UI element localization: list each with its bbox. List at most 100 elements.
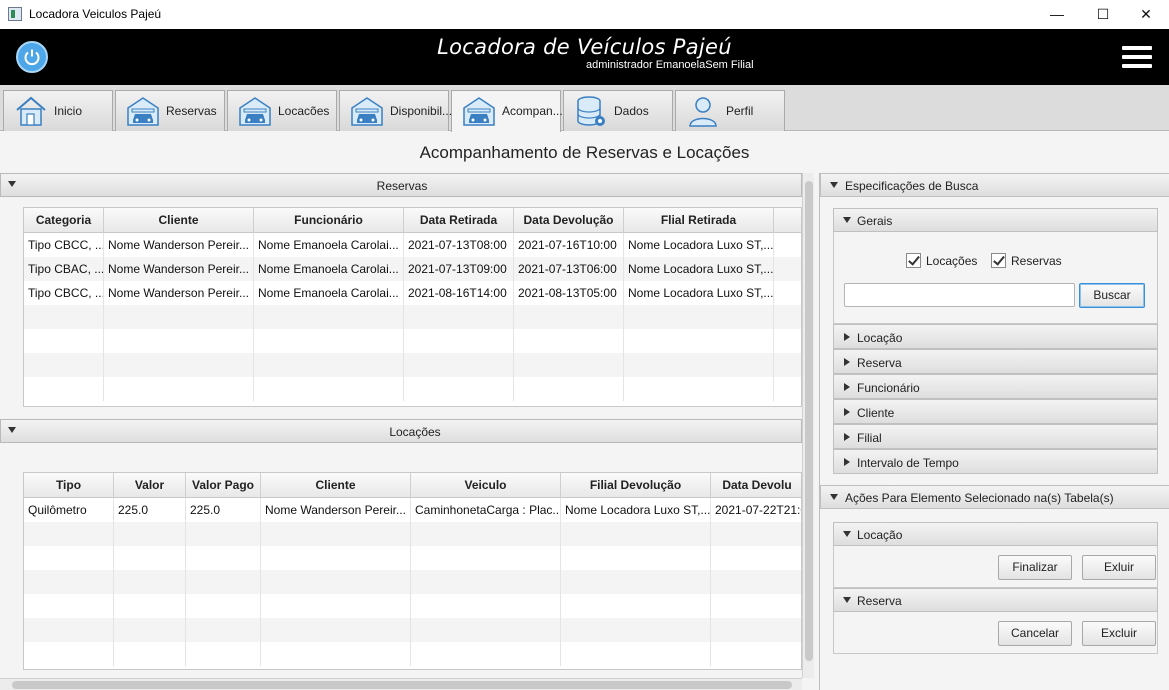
acao-locacao-body: Finalizar Exluir (833, 546, 1158, 588)
section-funcionario[interactable]: Funcionário (833, 374, 1158, 399)
column-header[interactable]: Flial Retirada (624, 208, 774, 233)
tab-acompanhamento[interactable]: Acompan... (451, 90, 563, 132)
table-header: Tipo Valor Valor Pago Cliente Veiculo Fi… (24, 473, 801, 498)
scroll-thumb[interactable] (805, 181, 813, 661)
table-row-empty (24, 594, 801, 618)
acao-reserva-body: Cancelar Exclui​r (833, 612, 1158, 654)
reservas-table[interactable]: Categoria Cliente Funcionário Data Retir… (23, 207, 802, 407)
cell: Nome Locadora Luxo ST,... (561, 498, 711, 522)
cell: Nome Wanderson Pereir... (261, 498, 411, 522)
section-label: Reserva (857, 356, 902, 370)
tab-inicio[interactable]: Inicio (3, 90, 113, 131)
locacoes-pane-header[interactable]: Locações (0, 419, 802, 443)
table-row-empty (24, 305, 801, 329)
tab-reservas[interactable]: Reservas (115, 90, 225, 131)
scroll-thumb[interactable] (12, 681, 792, 689)
column-header[interactable]: Filial Devolução (561, 473, 711, 498)
gerais-body: Locações Reservas Buscar (833, 232, 1158, 324)
locacoes-checkbox-label: Locações (926, 254, 978, 268)
cell: 2021-08-16T14:00 (404, 281, 514, 305)
tab-perfil[interactable]: Perfil (675, 90, 785, 131)
column-header[interactable]: Veiculo (411, 473, 561, 498)
maximize-button[interactable]: ☐ (1080, 0, 1126, 29)
column-header[interactable]: Categoria (24, 208, 104, 233)
expand-arrow-icon (844, 358, 850, 366)
cell: 225.0 (186, 498, 261, 522)
cell: 225.0 (114, 498, 186, 522)
cell: Nome Emanoela Carolai... (254, 233, 404, 257)
gerais-title: Gerais (857, 214, 893, 228)
section-label: Intervalo de Tempo (857, 456, 959, 470)
cell: Nome Locadora Luxo ST,... (624, 281, 774, 305)
column-header[interactable]: Data Devolu (711, 473, 801, 498)
cell: 2021-07-16T10:00 (514, 233, 624, 257)
acao-locacao-header[interactable]: Locação (833, 522, 1158, 546)
section-intervalo-tempo[interactable]: Intervalo de Tempo (833, 449, 1158, 474)
gerais-header[interactable]: Gerais (833, 208, 1158, 232)
expand-arrow-icon (844, 333, 850, 341)
locacoes-checkbox[interactable] (906, 253, 921, 268)
column-header[interactable]: Data Devolução (514, 208, 624, 233)
tab-label: Acompan... (502, 104, 563, 118)
user-icon (689, 97, 717, 127)
busca-header[interactable]: Especificações de Busca (820, 173, 1169, 197)
column-header[interactable]: Valor Pago (186, 473, 261, 498)
car-garage-icon (351, 97, 383, 126)
window-title-bar: Locadora Veiculos Pajeú — ☐ ✕ (0, 0, 1169, 29)
tab-label: Dados (614, 104, 649, 118)
reservas-pane-title: Reservas (376, 179, 428, 193)
search-input[interactable] (844, 283, 1075, 307)
tab-disponibilidade[interactable]: Disponibil... (339, 90, 453, 131)
tab-label: Disponibil... (390, 104, 453, 118)
column-header[interactable]: Valor (114, 473, 186, 498)
buscar-button[interactable]: Buscar (1079, 283, 1145, 308)
section-label: Cliente (857, 406, 895, 420)
acoes-header[interactable]: Ações Para Elemento Selecionado na(s) Ta… (820, 485, 1169, 509)
cell: Nome Wanderson Pereir... (104, 281, 254, 305)
column-header[interactable]: Cliente (104, 208, 254, 233)
cell: 2021-07-13T06:00 (514, 257, 624, 281)
reservas-checkbox[interactable] (991, 253, 1006, 268)
column-header[interactable]: Cliente (261, 473, 411, 498)
tab-dados[interactable]: Dados (563, 90, 673, 131)
close-button[interactable]: ✕ (1123, 0, 1169, 29)
collapse-arrow-icon (843, 217, 851, 223)
cell: Tipo CBCC, ... (24, 281, 104, 305)
excluir-reserva-button[interactable]: Exclui​r (1082, 621, 1156, 646)
section-locacao[interactable]: Locação (833, 324, 1158, 349)
cell: Tipo CBAC, ... (24, 257, 104, 281)
cell: 2021-07-13T08:00 (404, 233, 514, 257)
menu-icon[interactable] (1122, 46, 1152, 68)
tab-label: Perfil (726, 104, 754, 118)
cell: Quilômetro (24, 498, 114, 522)
section-cliente[interactable]: Cliente (833, 399, 1158, 424)
table-row[interactable]: Quilômetro 225.0 225.0 Nome Wanderson Pe… (24, 498, 801, 522)
cell: 2021-07-13T09:00 (404, 257, 514, 281)
column-header[interactable]: Tipo (24, 473, 114, 498)
section-filial[interactable]: Filial (833, 424, 1158, 449)
table-row[interactable]: Tipo CBCC, ... Nome Wanderson Pereir... … (24, 233, 801, 257)
expand-arrow-icon (844, 408, 850, 416)
app-title: Locadora de Veículos Pajeú (437, 35, 732, 59)
reservas-pane-header[interactable]: Reservas (0, 173, 802, 197)
user-info: administrador EmanoelaSem Filial (586, 59, 754, 71)
locacoes-table[interactable]: Tipo Valor Valor Pago Cliente Veiculo Fi… (23, 472, 802, 670)
section-reserva[interactable]: Reserva (833, 349, 1158, 374)
tab-locacoes[interactable]: Locacões (227, 90, 337, 131)
table-row[interactable]: Tipo CBAC, ... Nome Wanderson Pereir... … (24, 257, 801, 281)
exluir-locacao-button[interactable]: Exluir (1082, 555, 1156, 580)
locacoes-pane-title: Locações (389, 425, 441, 439)
section-label: Locação (857, 331, 903, 345)
cancelar-button[interactable]: Cancelar (998, 621, 1072, 646)
reservas-checkbox-label: Reservas (1011, 254, 1062, 268)
column-header[interactable]: Funcionário (254, 208, 404, 233)
horizontal-scrollbar[interactable] (0, 678, 802, 690)
column-header[interactable]: Data Retirada (404, 208, 514, 233)
table-row[interactable]: Tipo CBCC, ... Nome Wanderson Pereir... … (24, 281, 801, 305)
cell: Nome Locadora Luxo ST,... (624, 257, 774, 281)
vertical-scrollbar[interactable] (802, 173, 814, 678)
acao-reserva-header[interactable]: Reserva (833, 588, 1158, 612)
tab-label: Locacões (278, 104, 330, 118)
minimize-button[interactable]: — (1034, 0, 1080, 29)
finalizar-button[interactable]: Finalizar (998, 555, 1072, 580)
